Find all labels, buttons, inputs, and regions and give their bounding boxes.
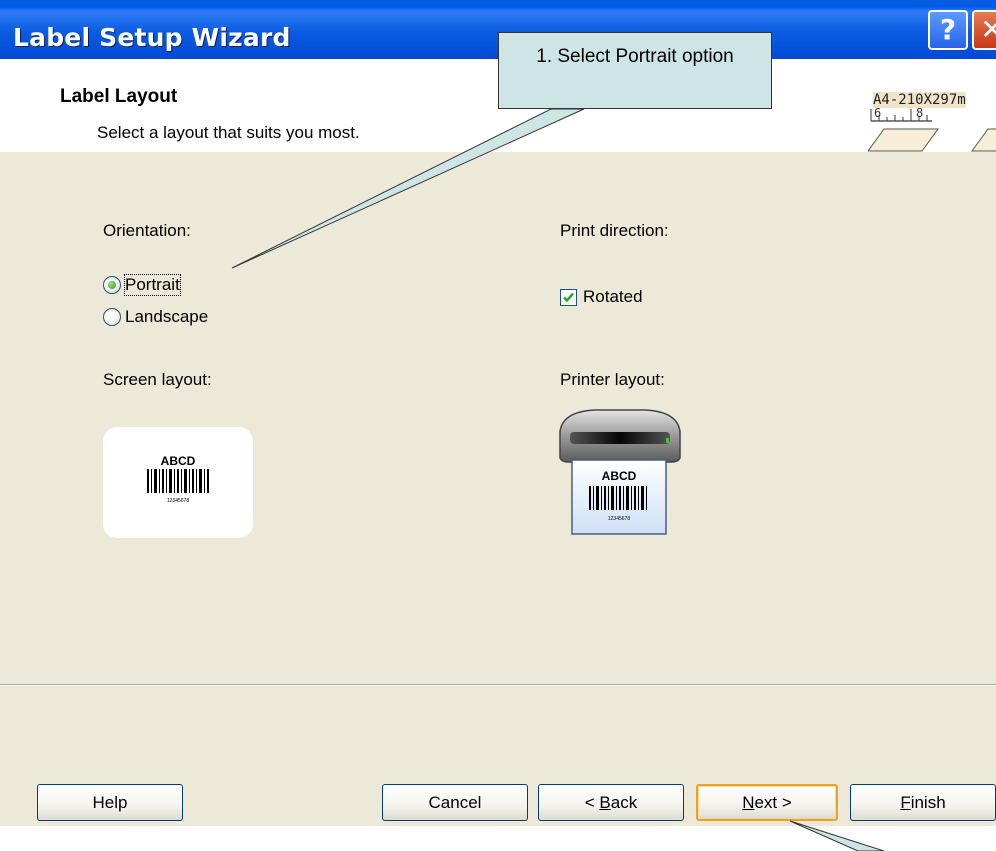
printer-layout-label: Printer layout: (560, 370, 665, 389)
landscape-radio-label[interactable]: Landscape (125, 307, 208, 327)
help-title-button[interactable]: ? (928, 10, 968, 50)
finish-button[interactable]: Finish (850, 784, 996, 821)
preview-sample-number: 12345678 (166, 498, 190, 504)
ruler-number: 8 (916, 107, 923, 120)
landscape-radio[interactable]: Landscape (103, 307, 208, 327)
checkbox-checked-icon[interactable] (560, 288, 577, 306)
rotated-checkbox[interactable]: Rotated (560, 287, 643, 307)
screen-layout-preview: ABCD 12345678 (103, 427, 253, 538)
ruler-graphic-icon: 6 8 (868, 107, 996, 152)
callout-box: 1. Select Portrait option (498, 32, 772, 109)
page-title: Label Layout (60, 86, 178, 107)
printer-sample-number: 12345678 (608, 516, 630, 522)
radio-unselected-icon[interactable] (103, 308, 121, 326)
print-direction-label: Print direction: (560, 221, 669, 240)
portrait-radio-label[interactable]: Portrait (124, 274, 181, 296)
preview-sample-text: ABCD (160, 454, 196, 468)
page-subtitle: Select a layout that suits you most. (97, 123, 360, 142)
close-button[interactable]: ✕ (972, 10, 996, 50)
next-button[interactable]: Next > (696, 784, 838, 821)
wizard-window: Label Setup Wizard ? ✕ Label Layout Sele… (0, 0, 996, 826)
barcode-icon (147, 469, 209, 493)
screen-layout-label: Screen layout: (103, 370, 212, 389)
printer-sample-text: ABCD (602, 469, 637, 483)
rotated-checkbox-label[interactable]: Rotated (583, 287, 643, 307)
radio-selected-icon[interactable] (103, 276, 121, 294)
footer-separator (0, 684, 996, 686)
paper-size-label: A4-210X297m (873, 92, 966, 108)
cancel-button[interactable]: Cancel (382, 784, 528, 821)
back-button[interactable]: < Back (538, 784, 684, 821)
help-button[interactable]: Help (37, 784, 183, 821)
window-title: Label Setup Wizard (13, 23, 291, 52)
printer-preview-icon: ABCD 12345678 (559, 409, 681, 535)
orientation-label: Orientation: (103, 221, 191, 240)
portrait-radio[interactable]: Portrait (103, 274, 181, 296)
ruler-number: 6 (874, 107, 881, 120)
